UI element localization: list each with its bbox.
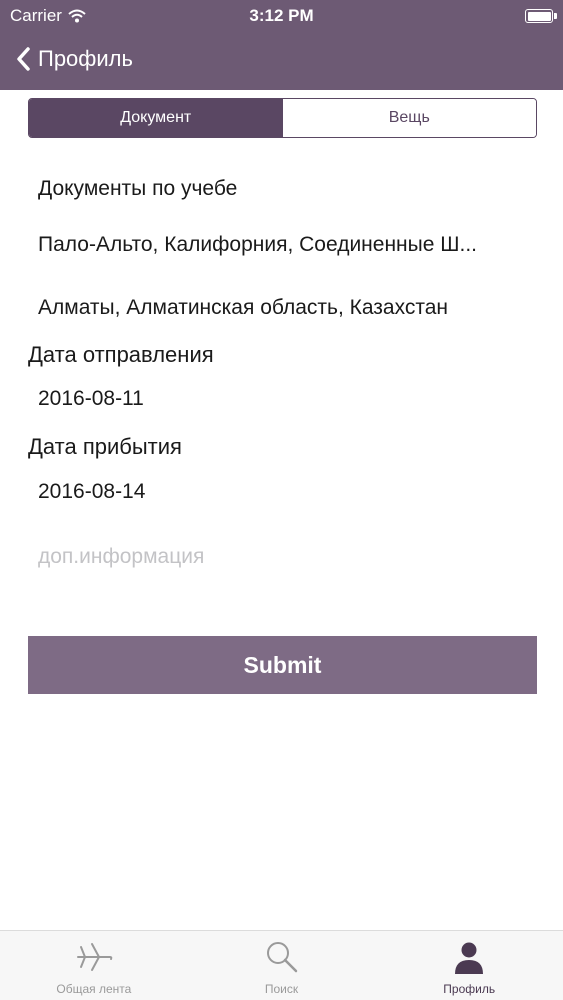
- departure-date-field[interactable]: 2016-08-11: [28, 374, 537, 424]
- submit-button[interactable]: Submit: [28, 636, 537, 694]
- arrival-label: Дата прибытия: [28, 434, 182, 459]
- tab-feed-label: Общая лента: [56, 982, 132, 996]
- item-name-value: Документы по учебе: [38, 177, 238, 200]
- back-button[interactable]: Профиль: [16, 42, 133, 76]
- extra-info-field[interactable]: [28, 532, 537, 582]
- type-segmented-control: Документ Вещь: [28, 98, 537, 138]
- airplane-icon: [76, 943, 113, 971]
- departure-label: Дата отправления: [28, 342, 214, 367]
- from-location-field[interactable]: Пало-Альто, Калифорния, Соединенные Ш...: [28, 220, 537, 270]
- arrival-date-field[interactable]: 2016-08-14: [28, 467, 537, 517]
- tab-profile[interactable]: Профиль: [375, 931, 563, 1000]
- from-location-value: Пало-Альто, Калифорния, Соединенные Ш...: [38, 233, 478, 256]
- tab-search-label: Поиск: [264, 982, 299, 996]
- to-location-field[interactable]: Алматы, Алматинская область, Казахстан: [28, 283, 537, 333]
- tab-bar: Общая лента Поиск Профиль: [0, 930, 563, 1000]
- status-bar: Carrier 3:12 PM: [0, 0, 563, 32]
- tab-feed[interactable]: Общая лента: [0, 931, 188, 1000]
- nav-back-title: Профиль: [38, 46, 133, 71]
- segment-item[interactable]: Вещь: [282, 99, 536, 137]
- departure-date-value: 2016-08-11: [38, 387, 144, 410]
- chevron-left-icon: [17, 47, 30, 71]
- battery-fill: [527, 11, 551, 21]
- to-location-value: Алматы, Алматинская область, Казахстан: [38, 296, 449, 319]
- profile-icon: [455, 942, 484, 974]
- tab-search[interactable]: Поиск: [188, 931, 376, 1000]
- navigation-header: Carrier 3:12 PM Профиль: [0, 0, 563, 90]
- item-name-field[interactable]: Документы по учебе: [28, 164, 537, 214]
- arrival-date-value: 2016-08-14: [38, 480, 146, 503]
- tab-profile-label: Профиль: [443, 982, 496, 996]
- extra-info-input[interactable]: [38, 545, 537, 569]
- battery-tip: [554, 13, 557, 19]
- battery-icon: [525, 9, 557, 23]
- status-time: 3:12 PM: [249, 6, 314, 25]
- segment-document[interactable]: Документ: [29, 99, 283, 137]
- search-icon: [266, 942, 297, 973]
